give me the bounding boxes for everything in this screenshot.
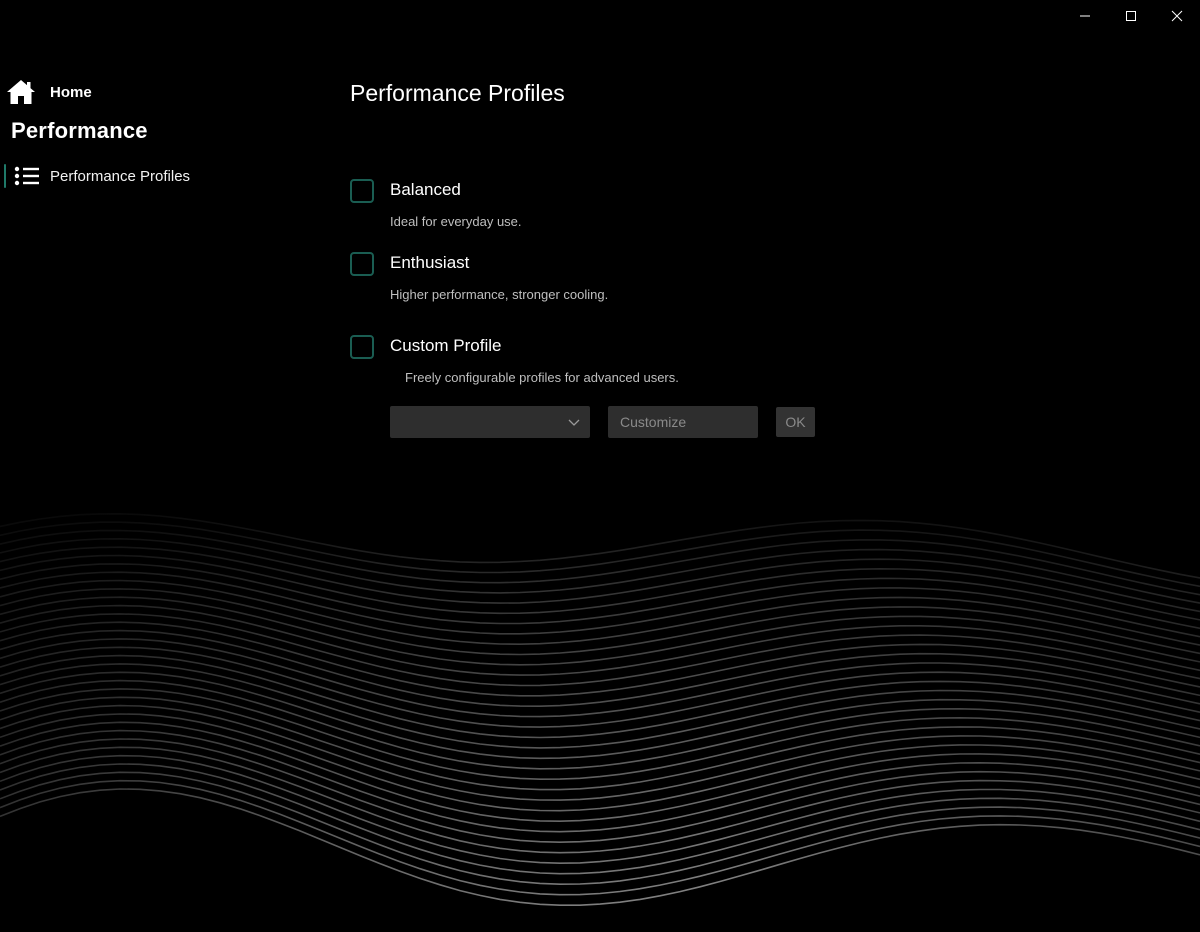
balanced-checkbox[interactable] [350, 179, 374, 203]
selection-indicator [4, 164, 6, 188]
option-description: Freely configurable profiles for advance… [405, 370, 679, 385]
list-icon [14, 166, 39, 186]
custom-profile-checkbox[interactable] [350, 335, 374, 359]
option-description: Higher performance, stronger cooling. [390, 287, 609, 302]
enthusiast-checkbox[interactable] [350, 252, 374, 276]
sidebar-section-title: Performance [11, 118, 148, 143]
ok-button[interactable]: OK [776, 407, 815, 437]
custom-profile-select[interactable] [390, 406, 590, 438]
option-label: Enthusiast [390, 253, 470, 272]
option-description: Ideal for everyday use. [390, 214, 522, 229]
home-label: Home [50, 83, 92, 101]
customize-input[interactable] [608, 406, 758, 438]
minimize-button[interactable] [1062, 0, 1108, 32]
sidebar: Home Performance Performance Profiles [0, 0, 320, 932]
option-label: Balanced [390, 180, 461, 199]
maximize-icon [1126, 11, 1136, 21]
sidebar-item-label: Performance Profiles [50, 167, 191, 185]
close-button[interactable] [1154, 0, 1200, 32]
maximize-button[interactable] [1108, 0, 1154, 32]
window-caption-buttons [1062, 0, 1200, 32]
minimize-icon [1080, 15, 1090, 17]
close-icon [1171, 10, 1183, 22]
option-label: Custom Profile [390, 336, 502, 355]
sidebar-home-link[interactable]: Home [6, 78, 92, 106]
sidebar-item-performance-profiles[interactable]: Performance Profiles [4, 163, 304, 189]
app-window: Home Performance Performance Profiles Pe… [0, 0, 1200, 932]
home-icon [7, 80, 35, 104]
page-title: Performance Profiles [350, 80, 565, 106]
chevron-down-icon [568, 419, 580, 426]
